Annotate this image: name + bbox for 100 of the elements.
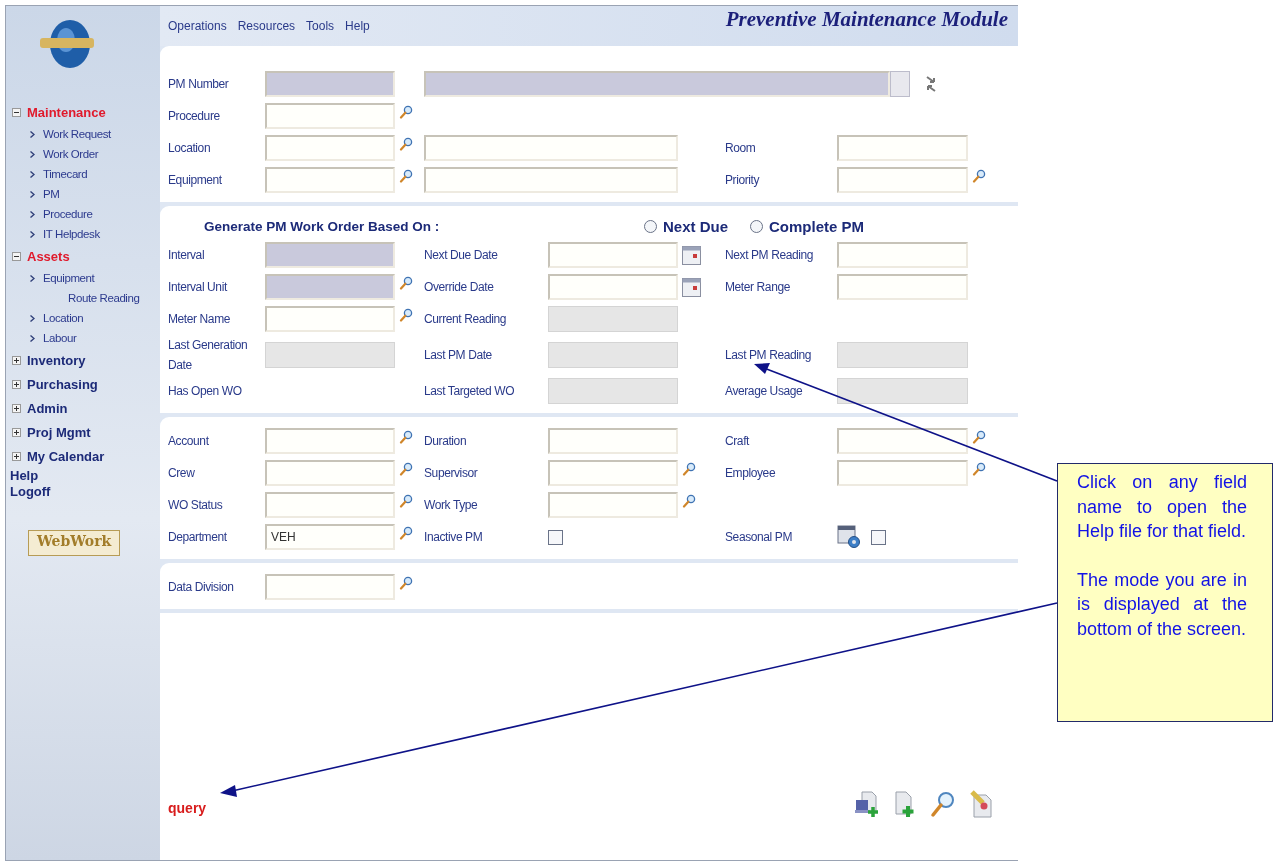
radio-button[interactable] (750, 220, 764, 233)
search-icon[interactable] (399, 494, 413, 508)
toggle-icon[interactable] (12, 379, 21, 389)
search-icon[interactable] (399, 105, 413, 119)
input-field[interactable] (837, 274, 968, 300)
input-field[interactable] (265, 71, 395, 97)
field-label[interactable]: Current Reading (424, 309, 548, 329)
input-field[interactable] (837, 342, 968, 368)
field-label[interactable]: Supervisor (424, 463, 548, 483)
field-label[interactable]: Account (168, 431, 248, 451)
field-label[interactable]: Last Targeted WO (424, 381, 548, 401)
menu-item[interactable]: Help (345, 19, 370, 33)
search-icon[interactable] (682, 494, 696, 508)
sidebar-link[interactable]: Help (10, 468, 140, 484)
field-label[interactable]: Crew (168, 463, 248, 483)
field-label[interactable]: Work Type (424, 495, 548, 515)
field-label[interactable]: Last PM Reading (725, 345, 837, 365)
toggle-icon[interactable] (12, 355, 21, 365)
input-field[interactable] (265, 574, 395, 600)
search-icon[interactable] (930, 790, 956, 818)
input-field[interactable] (265, 306, 395, 332)
field-label[interactable]: Craft (725, 431, 837, 451)
sidebar-item[interactable]: Work Order (43, 148, 99, 160)
refresh-icon[interactable] (924, 74, 938, 94)
field-label[interactable]: Department (168, 527, 248, 547)
checkbox[interactable] (548, 529, 563, 545)
input-field[interactable] (548, 342, 678, 368)
input-field[interactable] (548, 460, 678, 486)
input-field[interactable] (837, 135, 968, 161)
field-label[interactable]: Last PM Date (424, 345, 548, 365)
toggle-icon[interactable] (12, 403, 21, 413)
search-icon[interactable] (972, 462, 986, 476)
input-field[interactable] (548, 428, 678, 454)
field-label[interactable]: Priority (725, 170, 837, 190)
sidebar-item[interactable]: Route Reading (68, 292, 140, 304)
field-label[interactable]: Last Generation Date (168, 335, 248, 375)
input-field[interactable] (424, 167, 678, 193)
search-icon[interactable] (399, 430, 413, 444)
search-icon[interactable] (399, 169, 413, 183)
search-icon[interactable] (972, 169, 986, 183)
input-field[interactable] (424, 71, 890, 97)
field-label[interactable]: Data Division (168, 577, 248, 597)
field-label[interactable]: PM Number (168, 74, 248, 94)
sidebar-item[interactable]: PM (43, 188, 60, 200)
sidebar-item[interactable]: Timecard (43, 168, 88, 180)
field-label[interactable]: Meter Name (168, 309, 248, 329)
sidebar-group[interactable]: Assets (10, 244, 140, 268)
input-field[interactable] (265, 492, 395, 518)
field-label[interactable]: Duration (424, 431, 548, 451)
input-field[interactable] (265, 460, 395, 486)
sidebar-item[interactable]: IT Helpdesk (43, 228, 100, 240)
field-label[interactable]: Procedure (168, 106, 248, 126)
field-label[interactable]: Seasonal PM (725, 527, 837, 547)
sidebar-group[interactable]: Admin (10, 396, 140, 420)
input-field[interactable] (548, 242, 678, 268)
input-field[interactable] (837, 378, 968, 404)
input-field[interactable] (265, 167, 395, 193)
input-field[interactable] (837, 460, 968, 486)
input-field[interactable] (265, 428, 395, 454)
sidebar-item[interactable]: Labour (43, 332, 77, 344)
field-label[interactable]: Override Date (424, 277, 548, 297)
search-icon[interactable] (399, 576, 413, 590)
sidebar-group[interactable]: Inventory (10, 348, 140, 372)
search-icon[interactable] (682, 462, 696, 476)
sidebar-item[interactable]: Equipment (43, 272, 95, 284)
input-field[interactable] (424, 135, 678, 161)
field-label[interactable]: Room (725, 138, 837, 158)
field-label[interactable]: Location (168, 138, 248, 158)
toggle-icon[interactable] (12, 427, 21, 437)
sidebar-item[interactable]: Procedure (43, 208, 93, 220)
toggle-icon[interactable] (12, 107, 21, 117)
toggle-icon[interactable] (12, 451, 21, 461)
toggle-icon[interactable] (12, 251, 21, 261)
field-label[interactable]: Equipment (168, 170, 248, 190)
field-label[interactable]: Interval (168, 245, 248, 265)
radio-option[interactable]: Next Due (644, 218, 729, 235)
field-label[interactable]: Interval Unit (168, 277, 248, 297)
search-icon[interactable] (399, 462, 413, 476)
sidebar-group[interactable]: My Calendar (10, 444, 140, 468)
input-field[interactable] (265, 103, 395, 129)
search-icon[interactable] (399, 526, 413, 540)
menu-item[interactable]: Tools (306, 19, 335, 33)
sidebar-group[interactable]: Proj Mgmt (10, 420, 140, 444)
radio-option[interactable]: Complete PM (750, 218, 865, 235)
field-label[interactable]: Employee (725, 463, 837, 483)
field-label[interactable]: Next Due Date (424, 245, 548, 265)
input-field[interactable] (837, 428, 968, 454)
input-field[interactable] (265, 135, 395, 161)
input-field[interactable] (837, 242, 968, 268)
input-field[interactable] (837, 167, 968, 193)
input-field[interactable]: VEH (265, 524, 395, 550)
sidebar-item[interactable]: Work Request (43, 128, 111, 140)
input-field[interactable] (265, 342, 395, 368)
sidebar-group[interactable]: Purchasing (10, 372, 140, 396)
search-icon[interactable] (972, 430, 986, 444)
field-label[interactable]: WO Status (168, 495, 248, 515)
input-field[interactable] (265, 274, 395, 300)
field-label[interactable]: Next PM Reading (725, 245, 837, 265)
input-field[interactable] (265, 242, 395, 268)
search-icon[interactable] (399, 276, 413, 290)
